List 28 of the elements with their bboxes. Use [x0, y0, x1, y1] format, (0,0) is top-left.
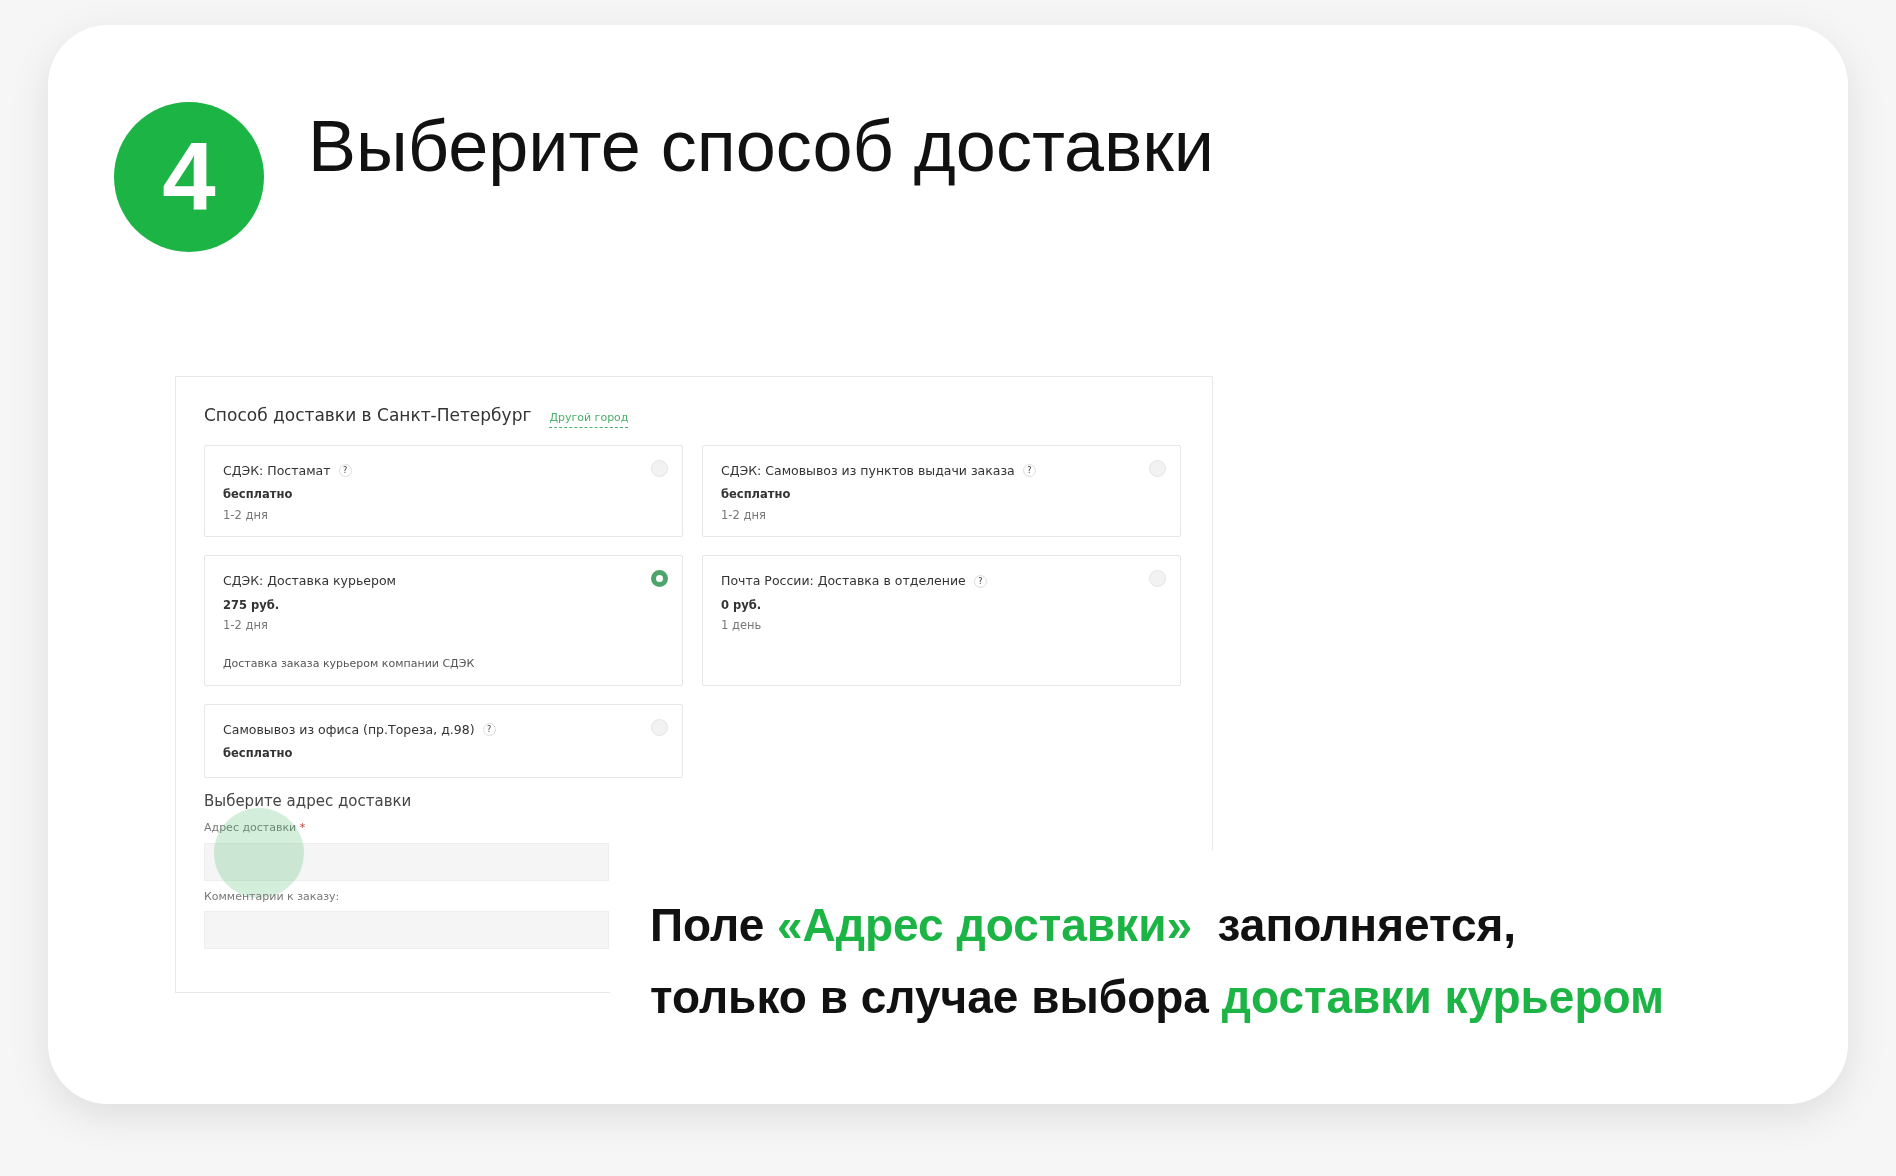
- section-heading: Способ доставки в Санкт-Петербург: [204, 404, 532, 427]
- field-label: Комментарии к заказу:: [204, 888, 341, 905]
- option-price: 0 руб.: [721, 596, 763, 614]
- step-number: 4: [114, 102, 264, 252]
- delivery-option-card[interactable]: СДЭК: Самовывоз из пунктов выдачи заказа ? бесплатно 1-2 дня: [702, 444, 1181, 537]
- option-term: 1-2 дня: [223, 506, 269, 524]
- option-title: Почта России: Доставка в отделение: [721, 571, 966, 590]
- address-heading: Выберите адрес доставки: [204, 790, 413, 812]
- option-title: Самовывоз из офиса (пр.Тореза, д.98): [223, 720, 475, 739]
- option-title: СДЭК: Постамат: [223, 461, 331, 480]
- input-field[interactable]: [204, 842, 609, 881]
- delivery-option-card[interactable]: Почта России: Доставка в отделение ? 0 руб. 1 день: [702, 554, 1181, 686]
- option-term: 1-2 дня: [223, 616, 269, 634]
- delivery-option-card[interactable]: СДЭК: Доставка курьером 275 руб. 1-2 дня Доставка заказа курьером компании СДЭК: [204, 554, 683, 686]
- radio-button[interactable]: [651, 569, 668, 587]
- option-price: 275 руб.: [223, 596, 281, 614]
- delivery-option-card[interactable]: Самовывоз из офиса (пр.Тореза, д.98) ? бесплатно: [204, 703, 683, 778]
- option-title: СДЭК: Самовывоз из пунктов выдачи заказа: [721, 461, 1015, 480]
- option-price: бесплатно: [223, 486, 294, 504]
- option-description: Доставка заказа курьером компании СДЭК: [223, 656, 476, 672]
- delivery-option-card[interactable]: СДЭК: Постамат ? бесплатно 1-2 дня: [204, 444, 683, 537]
- field-label: Адрес доставки *: [204, 820, 307, 836]
- option-term: 1 день: [721, 616, 763, 634]
- option-term: 1-2 дня: [721, 506, 767, 524]
- option-price: бесплатно: [223, 745, 294, 763]
- option-title: СДЭК: Доставка курьером: [223, 571, 396, 590]
- option-price: бесплатно: [721, 486, 792, 504]
- caption-text: Поле «Адрес доставки» заполняется, только в случае выбора доставки курьером: [650, 898, 1665, 1025]
